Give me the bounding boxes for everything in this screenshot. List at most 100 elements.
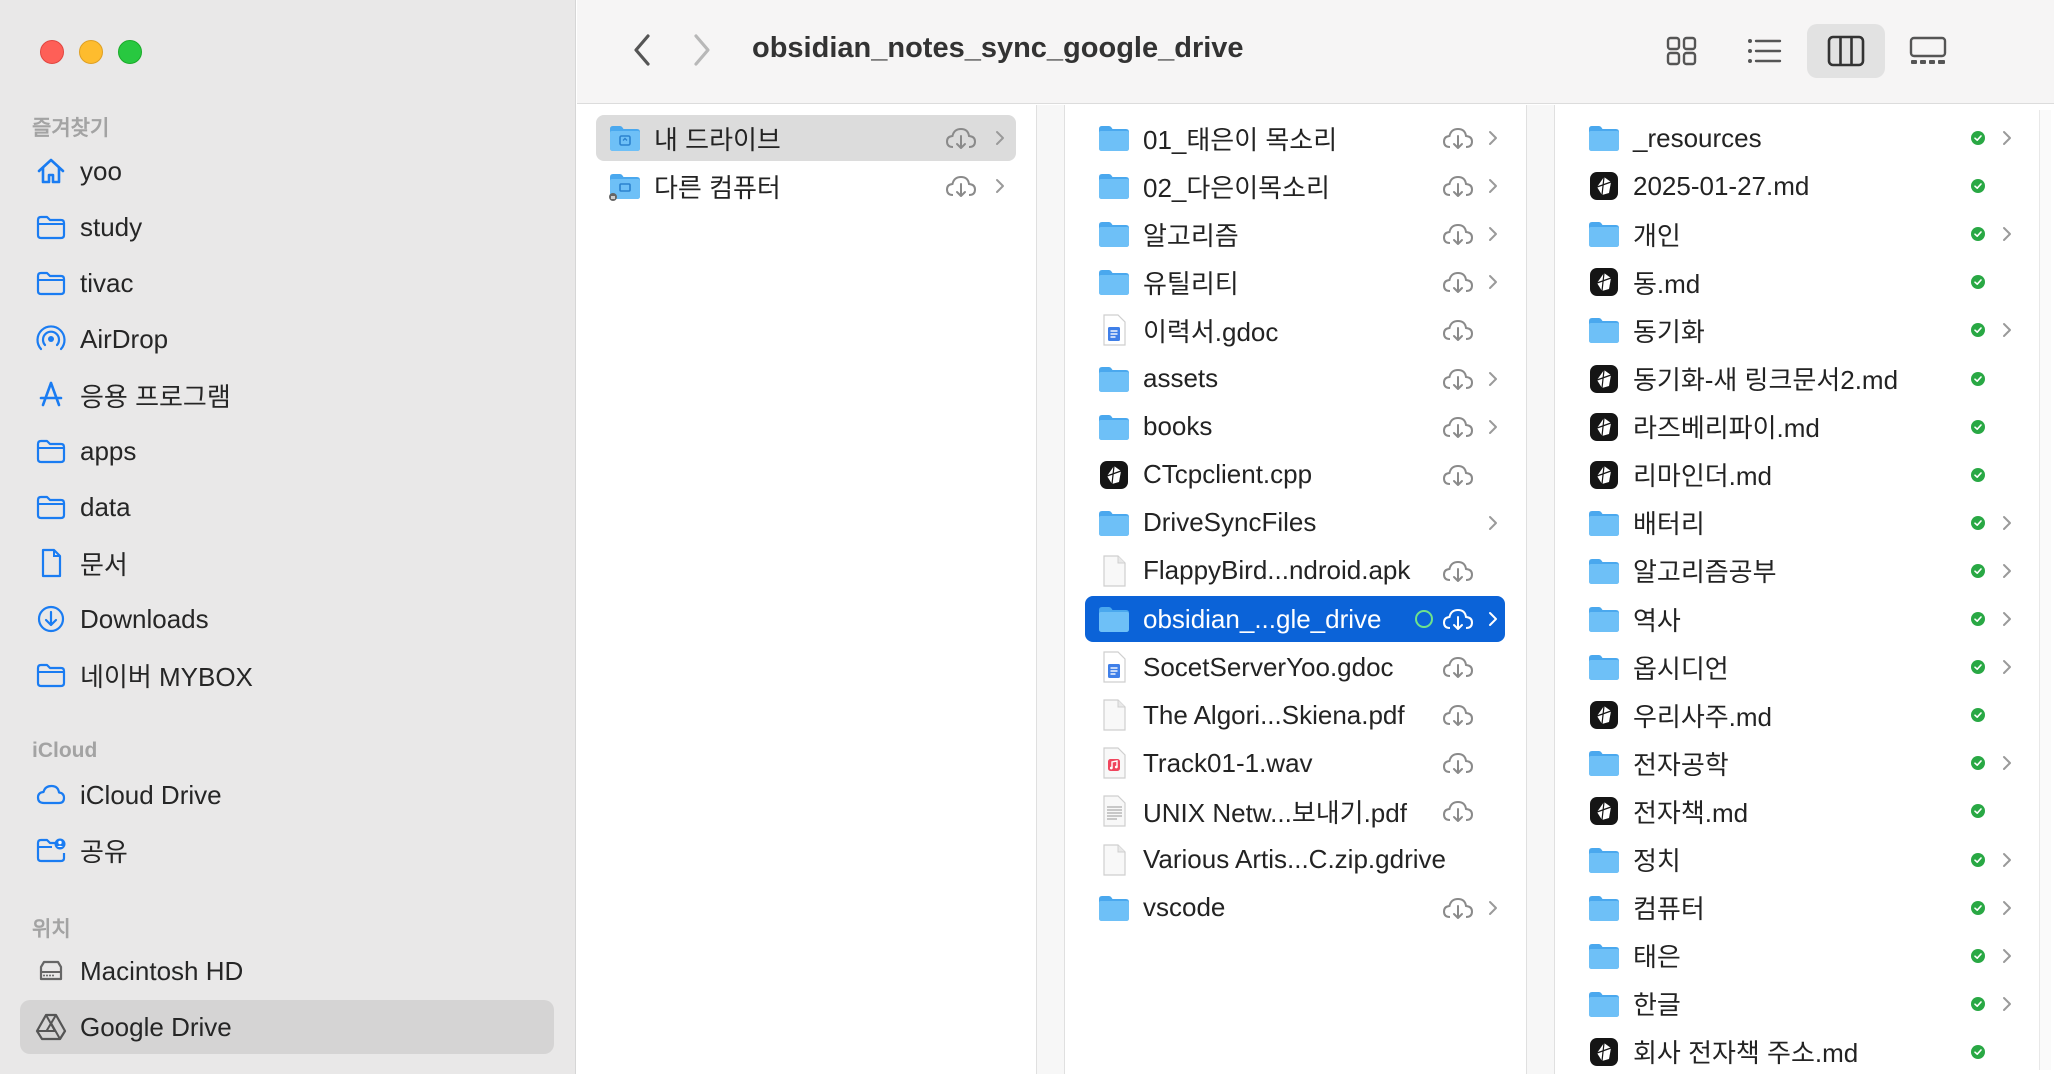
icon-view-button[interactable] — [1643, 24, 1721, 78]
column-row[interactable]: 동기화 — [1575, 307, 2015, 353]
zoom-window-button[interactable] — [118, 40, 142, 64]
column-row[interactable]: 내 드라이브 — [596, 115, 1016, 161]
column-row[interactable]: 태은 — [1575, 933, 2015, 979]
column-row[interactable]: Track01-1.wav — [1085, 740, 1505, 786]
column-row[interactable]: obsidian_...gle_drive — [1085, 596, 1505, 642]
column-row[interactable]: 알고리즘공부 — [1575, 548, 2015, 594]
folder-icon — [1097, 891, 1131, 925]
synced-check-icon — [1971, 756, 1985, 771]
column-row[interactable]: FlappyBird...ndroid.apk — [1085, 548, 1505, 594]
cloud-download-icon[interactable] — [1441, 798, 1475, 824]
column-row[interactable]: 알고리즘 — [1085, 211, 1505, 257]
sidebar-item-downloads[interactable]: Downloads — [20, 592, 554, 646]
cloud-download-icon[interactable] — [1441, 414, 1475, 440]
column-row[interactable]: 2025-01-27.md — [1575, 163, 2015, 209]
column-row[interactable]: 유틸리티 — [1085, 259, 1505, 305]
sidebar-item-문서[interactable]: 문서 — [20, 536, 554, 590]
synced-check-icon — [1971, 419, 1985, 434]
column-row[interactable]: 01_태은이 목소리 — [1085, 115, 1505, 161]
file-name: DriveSyncFiles — [1143, 507, 1317, 538]
column-row[interactable]: 리마인더.md — [1575, 452, 2015, 498]
cloud-download-icon[interactable] — [944, 125, 978, 151]
gallery-view-button[interactable] — [1889, 24, 1967, 78]
sidebar-item-응용-프로그램[interactable]: 응용 프로그램 — [20, 368, 554, 422]
cloud-download-icon[interactable] — [1441, 654, 1475, 680]
cloud-download-icon[interactable] — [1441, 750, 1475, 776]
column-row[interactable]: Various Artis...C.zip.gdrive — [1085, 837, 1505, 883]
column-row[interactable]: _resources — [1575, 115, 2015, 161]
column-row[interactable]: 전자책.md — [1575, 788, 2015, 834]
folder-icon — [1097, 265, 1131, 299]
sidebar-item-study[interactable]: study — [20, 200, 554, 254]
column-row[interactable]: books — [1085, 404, 1505, 450]
toolbar: obsidian_notes_sync_google_drive — [577, 0, 2054, 104]
sidebar-item-macintosh-hd[interactable]: Macintosh HD — [20, 944, 554, 998]
cloud-download-icon[interactable] — [944, 173, 978, 199]
column-row[interactable]: 우리사주.md — [1575, 692, 2015, 738]
sidebar-item-google-drive[interactable]: Google Drive — [20, 1000, 554, 1054]
cloud-download-icon[interactable] — [1441, 895, 1475, 921]
column-row[interactable]: assets — [1085, 356, 1505, 402]
cloud-download-icon[interactable] — [1441, 269, 1475, 295]
sidebar-item-apps[interactable]: apps — [20, 424, 554, 478]
cloud-download-icon[interactable] — [1441, 702, 1475, 728]
close-window-button[interactable] — [40, 40, 64, 64]
column-row[interactable]: 동기화-새 링크문서2.md — [1575, 356, 2015, 402]
list-view-button[interactable] — [1725, 24, 1803, 78]
grid-icon — [1666, 36, 1697, 66]
file-icon — [1097, 698, 1131, 732]
column-row[interactable]: 전자공학 — [1575, 740, 2015, 786]
column-row[interactable]: 배터리 — [1575, 500, 2015, 546]
sidebar-item-yoo[interactable]: yoo — [20, 144, 554, 198]
sidebar-item-label: iCloud Drive — [80, 779, 222, 810]
column-row[interactable]: 정치 — [1575, 837, 2015, 883]
sidebar-item-icloud-drive[interactable]: iCloud Drive — [20, 768, 554, 822]
cloud-download-icon[interactable] — [1441, 606, 1475, 632]
column-view-button[interactable] — [1807, 24, 1885, 78]
column-row[interactable]: UNIX Netw...보내기.pdf — [1085, 788, 1505, 834]
cloud-download-icon[interactable] — [1441, 366, 1475, 392]
column-row[interactable]: 이력서.gdoc — [1085, 307, 1505, 353]
folder-icon — [1587, 939, 1621, 973]
forward-button[interactable] — [682, 30, 722, 70]
file-name: 컴퓨터 — [1633, 894, 1705, 925]
column-row[interactable]: The Algori...Skiena.pdf — [1085, 692, 1505, 738]
file-name: assets — [1143, 363, 1219, 393]
column-row[interactable]: 동.md — [1575, 259, 2015, 305]
icloud-icon — [34, 778, 68, 812]
cloud-download-icon[interactable] — [1441, 558, 1475, 584]
column-row[interactable]: 02_다은이목소리 — [1085, 163, 1505, 209]
column-row[interactable]: 회사 전자책 주소.md — [1575, 1029, 2015, 1074]
column-row[interactable]: 역사 — [1575, 596, 2015, 642]
chevron-right-icon — [1487, 129, 1499, 147]
column-row[interactable]: 개인 — [1575, 211, 2015, 257]
column-row[interactable]: 다른 컴퓨터 — [596, 163, 1016, 209]
cloud-download-icon[interactable] — [1441, 317, 1475, 343]
column-row[interactable]: 한글 — [1575, 981, 2015, 1027]
sidebar-item-data[interactable]: data — [20, 480, 554, 534]
sidebar-item-airdrop[interactable]: AirDrop — [20, 312, 554, 366]
column-row[interactable]: DriveSyncFiles — [1085, 500, 1505, 546]
sidebar-item-tivac[interactable]: tivac — [20, 256, 554, 310]
back-button[interactable] — [622, 30, 662, 70]
md-icon — [1587, 362, 1621, 396]
sidebar-item-공유[interactable]: 공유 — [20, 823, 554, 877]
minimize-window-button[interactable] — [79, 40, 103, 64]
sidebar-item-label: 공유 — [80, 836, 128, 867]
chevron-right-icon — [1487, 610, 1499, 628]
column-row[interactable]: 라즈베리파이.md — [1575, 404, 2015, 450]
shared-folder-icon — [34, 833, 68, 867]
file-name: 회사 전자책 주소.md — [1633, 1038, 1859, 1069]
cloud-download-icon[interactable] — [1441, 125, 1475, 151]
cloud-download-icon[interactable] — [1441, 173, 1475, 199]
cloud-download-icon[interactable] — [1441, 221, 1475, 247]
column-row[interactable]: vscode — [1085, 885, 1505, 931]
column-row[interactable]: 옵시디언 — [1575, 644, 2015, 690]
column-row[interactable]: 컴퓨터 — [1575, 885, 2015, 931]
column-row[interactable]: CTcpclient.cpp — [1085, 452, 1505, 498]
synced-check-icon — [1971, 515, 1985, 530]
cloud-download-icon[interactable] — [1441, 462, 1475, 488]
sidebar-item-네이버-mybox[interactable]: 네이버 MYBOX — [20, 648, 554, 702]
vertical-scrollbar[interactable] — [2039, 110, 2051, 1070]
column-row[interactable]: SocetServerYoo.gdoc — [1085, 644, 1505, 690]
